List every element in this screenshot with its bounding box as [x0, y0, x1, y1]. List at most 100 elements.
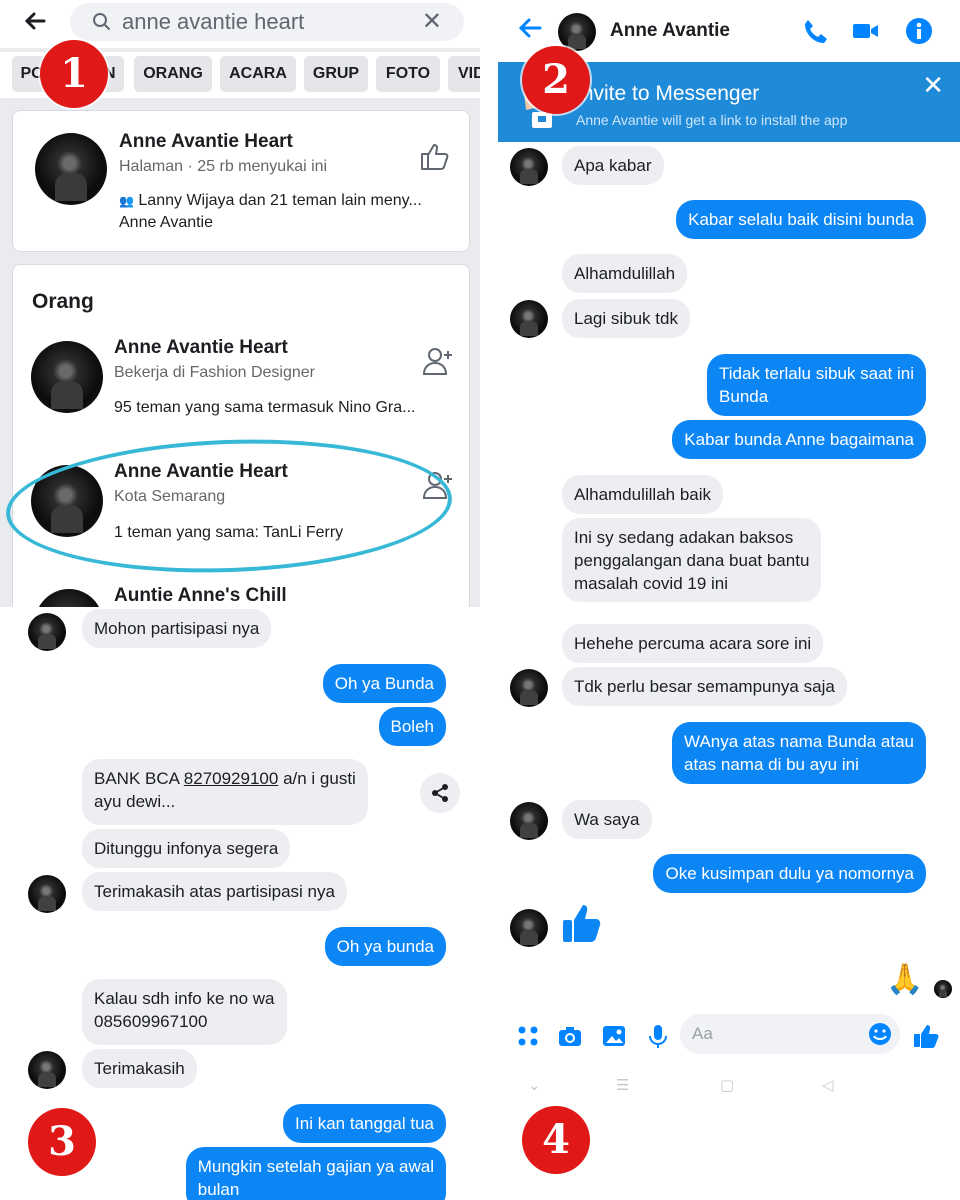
message-incoming[interactable]: Ditunggu infonya segera — [82, 829, 291, 868]
message-line: Mungkin setelah gajian ya awal — [197, 1157, 434, 1176]
message-incoming[interactable]: Wa saya — [562, 800, 652, 839]
message-line: bulan — [197, 1180, 240, 1199]
thumbs-up-send-icon[interactable] — [912, 1022, 940, 1050]
message-outgoing[interactable]: Oke kusimpan dulu ya nomornya — [653, 854, 926, 893]
message-incoming[interactable]: Apa kabar — [562, 146, 664, 185]
message-outgoing[interactable]: Oh ya Bunda — [322, 664, 446, 703]
message-incoming[interactable]: Alhamdulillah — [562, 254, 688, 293]
message-incoming[interactable]: BANK BCA 8270929100 a/n i gusti ayu dewi… — [82, 759, 368, 825]
nav-down-icon[interactable]: ⌄ — [528, 1076, 541, 1094]
message-incoming[interactable]: Mohon partisipasi nya — [82, 609, 272, 648]
contact-avatar — [28, 1051, 66, 1089]
contact-name[interactable]: Anne Avantie — [610, 20, 730, 42]
step-badge-1: 1 — [40, 40, 108, 108]
info-icon[interactable] — [904, 16, 934, 46]
message-line: ayu dewi... — [94, 792, 176, 811]
nav-menu-icon[interactable]: ☰ — [616, 1076, 629, 1094]
message-incoming[interactable]: Lagi sibuk tdk — [562, 299, 690, 338]
filter-chip-grup[interactable]: GRUP — [304, 56, 368, 92]
message-line: Bunda — [719, 387, 769, 406]
gallery-icon[interactable] — [600, 1022, 628, 1050]
search-input[interactable]: anne avantie heart ✕ — [70, 3, 464, 41]
message-incoming[interactable]: Alhamdulillah baik — [562, 475, 724, 514]
contact-avatar — [510, 802, 548, 840]
message-incoming[interactable]: Kalau sdh info ke no wa 085609967100 — [82, 979, 287, 1045]
message-outgoing[interactable]: WAnya atas nama Bunda atau atas nama di … — [672, 722, 926, 784]
share-button[interactable] — [420, 773, 460, 813]
invite-title: Invite to Messenger — [576, 82, 760, 105]
back-arrow-icon[interactable] — [22, 8, 54, 38]
person-name: Anne Avantie Heart — [114, 337, 288, 358]
praying-hands-icon: 🙏 — [886, 963, 924, 996]
nav-home-icon[interactable]: ▢ — [720, 1076, 734, 1094]
filter-chip-video[interactable]: VIDEO — [448, 56, 480, 92]
contact-avatar — [510, 148, 548, 186]
person-name: Auntie Anne's Chill — [114, 585, 287, 606]
avatar — [31, 341, 103, 413]
message-incoming[interactable]: Terimakasih atas partisipasi nya — [82, 872, 347, 911]
android-nav-bar: ⌄ ☰ ▢ ◁ — [498, 1068, 960, 1104]
message-line: Tidak terlalu sibuk saat ini — [719, 364, 914, 383]
avatar — [35, 589, 103, 607]
message-line: BANK BCA 8270929100 a/n i gusti — [94, 767, 356, 790]
step-badge-4: 4 — [522, 1106, 590, 1174]
contact-avatar — [28, 613, 66, 651]
video-call-icon[interactable] — [850, 16, 880, 46]
message-line: atas nama di bu ayu ini — [684, 755, 859, 774]
like-page-icon[interactable] — [419, 141, 451, 176]
filter-chip-acara[interactable]: ACARA — [220, 56, 296, 92]
filter-chip-foto[interactable]: FOTO — [376, 56, 440, 92]
message-outgoing[interactable]: Oh ya bunda — [324, 927, 446, 966]
bank-name: BANK BCA — [94, 769, 180, 788]
message-outgoing[interactable]: Mungkin setelah gajian ya awal bulan — [185, 1147, 446, 1200]
contact-avatar[interactable] — [558, 13, 596, 51]
add-friend-icon[interactable] — [421, 345, 455, 382]
contact-avatar — [510, 909, 548, 947]
microphone-icon[interactable] — [644, 1022, 672, 1050]
step-badge-3: 3 — [28, 1108, 96, 1176]
message-incoming[interactable]: Ini sy sedang adakan baksos penggalangan… — [562, 518, 822, 602]
contact-avatar — [28, 875, 66, 913]
message-outgoing[interactable]: Ini kan tanggal tua — [283, 1104, 446, 1143]
nav-back-icon[interactable]: ◁ — [822, 1076, 834, 1094]
back-arrow-icon[interactable] — [516, 14, 544, 50]
message-outgoing[interactable]: Tidak terlalu sibuk saat ini Bunda — [707, 354, 926, 416]
apps-grid-icon[interactable] — [514, 1022, 542, 1050]
clear-icon[interactable]: ✕ — [422, 7, 442, 36]
message-line: Ini sy sedang adakan baksos — [574, 528, 794, 547]
section-title-orang: Orang — [32, 290, 94, 313]
close-icon[interactable]: ✕ — [922, 70, 944, 101]
page-subtitle: Halaman · 25 rb menyukai ini — [119, 158, 328, 175]
message-input[interactable]: Aa — [680, 1014, 900, 1054]
emoji-icon[interactable] — [868, 1022, 892, 1046]
person-mutual: 95 teman yang sama termasuk Nino Gra... — [114, 399, 416, 416]
account-holder: a/n i gusti — [283, 769, 356, 788]
account-number-link[interactable]: 8270929100 — [184, 769, 279, 788]
search-query: anne avantie heart — [122, 9, 305, 34]
message-composer: Aa — [498, 1010, 960, 1062]
message-outgoing[interactable]: Kabar bunda Anne bagaimana — [672, 420, 926, 459]
camera-icon[interactable] — [556, 1022, 584, 1050]
messenger-chat-panel: Anne Avantie Invite to Messenger Anne Av… — [498, 0, 960, 1200]
contact-avatar — [510, 300, 548, 338]
step-badge-2: 2 — [522, 46, 590, 114]
friends-like-line-2: Anne Avantie — [119, 214, 214, 231]
message-incoming[interactable]: Tdk perlu besar semampunya saja — [562, 667, 847, 706]
filter-chip-orang[interactable]: ORANG — [134, 56, 212, 92]
message-line: Kalau sdh info ke no wa — [94, 989, 275, 1008]
share-icon — [432, 784, 448, 802]
message-outgoing[interactable]: Kabar selalu baik disini bunda — [676, 200, 926, 239]
message-line: masalah covid 19 ini — [574, 574, 729, 593]
phone-call-icon[interactable] — [800, 16, 830, 46]
avatar — [35, 133, 107, 205]
message-incoming[interactable]: Terimakasih — [82, 1049, 197, 1088]
message-input-placeholder: Aa — [692, 1024, 713, 1043]
thumbs-up-sticker-icon[interactable] — [560, 902, 602, 946]
message-outgoing[interactable]: Boleh — [378, 707, 446, 746]
page-result-card[interactable]: Anne Avantie Heart Halaman · 25 rb menyu… — [12, 110, 470, 252]
message-line: 085609967100 — [94, 1012, 208, 1031]
invite-subtitle: Anne Avantie will get a link to install … — [576, 112, 848, 128]
friends-like-line: 👥 Lanny Wijaya dan 21 teman lain meny... — [119, 192, 422, 209]
message-incoming[interactable]: Hehehe percuma acara sore ini — [562, 624, 824, 663]
contact-avatar — [510, 669, 548, 707]
